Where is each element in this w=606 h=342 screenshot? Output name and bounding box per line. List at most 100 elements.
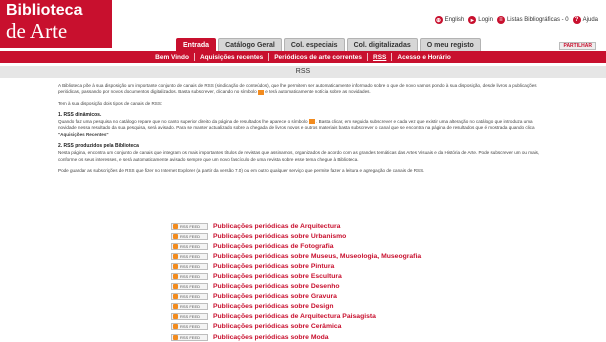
- subnav-aquisicoes-recentes[interactable]: Aquisições recentes: [195, 54, 268, 61]
- rss-feed-badge-label: RSS FEED: [180, 324, 201, 330]
- feed-link[interactable]: Publicações periódicas sobre Design: [213, 303, 334, 310]
- english-link[interactable]: ⊕ English: [434, 16, 465, 24]
- rss-icon: [173, 274, 178, 280]
- tab-col-digitalizadas[interactable]: Col. digitalizadas: [346, 38, 418, 51]
- feed-link[interactable]: Publicações periódicas de Fotografia: [213, 243, 334, 250]
- feed-row: RSS FEED Publicações periódicas sobre Urb…: [171, 231, 421, 241]
- browser-paragraph: Pode guardar as subscrições de RSS que f…: [58, 167, 425, 173]
- rss-feed-button[interactable]: RSS FEED: [171, 323, 208, 331]
- feed-link[interactable]: Publicações periódicas sobre Desenho: [213, 283, 340, 290]
- rss-feed-badge-label: RSS FEED: [180, 334, 201, 340]
- rss-feed-button[interactable]: RSS FEED: [171, 303, 208, 311]
- rss-icon: [173, 233, 178, 239]
- rss-feed-badge-label: RSS FEED: [180, 314, 201, 320]
- rss-feed-button[interactable]: RSS FEED: [171, 313, 208, 321]
- subnav-acesso-horario[interactable]: Acesso e Horário: [392, 54, 455, 61]
- feed-link[interactable]: Publicações periódicas de Arquitectura: [213, 223, 340, 230]
- subnav-divider: [391, 53, 393, 61]
- rss-icon: [257, 89, 264, 95]
- section-library-text: Nesta página, encontra um conjunto de ca…: [58, 150, 540, 162]
- rss-feed-badge-label: RSS FEED: [180, 253, 201, 259]
- rss-feed-badge-label: RSS FEED: [180, 223, 201, 229]
- rss-feed-button[interactable]: RSS FEED: [171, 283, 208, 291]
- rss-icon: [173, 253, 178, 259]
- rss-icon: [173, 223, 178, 229]
- rss-icon: [173, 284, 178, 290]
- help-link[interactable]: ? Ajuda: [572, 16, 598, 24]
- rss-feed-button[interactable]: RSS FEED: [171, 293, 208, 301]
- feed-row: RSS FEED Publicações periódicas sobre Des…: [171, 282, 421, 292]
- rss-feed-button[interactable]: RSS FEED: [171, 252, 208, 260]
- rss-feed-button[interactable]: RSS FEED: [171, 232, 208, 240]
- tab-entrada[interactable]: Entrada: [176, 38, 217, 51]
- subnav-periodicos-correntes[interactable]: Periódicos de arte correntes: [269, 54, 367, 61]
- bibliographic-lists-label: Listas Bibliográficas - 0: [506, 17, 569, 23]
- english-label: English: [444, 17, 465, 23]
- feed-link[interactable]: Publicações periódicas sobre Escultura: [213, 273, 342, 280]
- rss-feed-button[interactable]: RSS FEED: [171, 242, 208, 250]
- subnav-rss[interactable]: RSS: [368, 54, 391, 61]
- rss-feed-button[interactable]: RSS FEED: [171, 333, 208, 341]
- rss-icon: [173, 324, 178, 330]
- feed-row: RSS FEED Publicações periódicas sobre Gra…: [171, 292, 421, 302]
- subnav-divider: [268, 53, 270, 61]
- login-label: Login: [478, 17, 493, 23]
- feed-link[interactable]: Publicações periódicas sobre Museus, Mus…: [213, 253, 421, 260]
- rss-icon: [173, 304, 178, 310]
- feed-link[interactable]: Publicações periódicas de Arquitectura P…: [213, 313, 376, 320]
- section-dynamic-text-a: Quando faz uma pesquisa no catálogo repa…: [58, 119, 308, 125]
- rss-feed-badge-label: RSS FEED: [180, 284, 201, 290]
- feed-link[interactable]: Publicações periódicas sobre Pintura: [213, 263, 334, 270]
- rss-feed-button[interactable]: RSS FEED: [171, 222, 208, 230]
- page-content: A Biblioteca põe à sua disposição um imp…: [58, 83, 546, 179]
- tab-col-especiais[interactable]: Col. especiais: [283, 38, 345, 51]
- subnav-divider: [367, 53, 369, 61]
- feed-link[interactable]: Publicações periódicas sobre Urbanismo: [213, 233, 346, 240]
- feed-row: RSS FEED Publicações periódicas de Fotogr…: [171, 241, 421, 251]
- feed-link[interactable]: Publicações periódicas sobre Cerâmica: [213, 323, 341, 330]
- rss-feed-button[interactable]: RSS FEED: [171, 262, 208, 270]
- recent-acquisitions-reference: "Aquisições Recentes": [58, 131, 109, 137]
- section-dynamic-text: Quando faz uma pesquisa no catálogo repa…: [58, 119, 546, 138]
- page-title: RSS: [0, 66, 606, 78]
- logo-title-line2: de Arte: [6, 19, 68, 43]
- feed-row: RSS FEED Publicações periódicas de Arquit…: [171, 312, 421, 322]
- rss-feed-badge-label: RSS FEED: [180, 294, 201, 300]
- rss-feed-badge-label: RSS FEED: [180, 263, 201, 269]
- rss-icon: [308, 119, 315, 125]
- section-library-title: 2. RSS produzidos pela Biblioteca: [58, 143, 139, 150]
- subnav-bem-vindo[interactable]: Bem Vindo: [150, 54, 194, 61]
- feed-link[interactable]: Publicações periódicas sobre Gravura: [213, 293, 337, 300]
- rss-icon: [173, 263, 178, 269]
- login-link[interactable]: ▸ Login: [468, 16, 493, 24]
- rss-feed-button[interactable]: RSS FEED: [171, 273, 208, 281]
- rss-feed-badge-label: RSS FEED: [180, 304, 201, 310]
- rss-feed-list: RSS FEED Publicações periódicas de Arquit…: [171, 221, 421, 342]
- rss-icon: [173, 314, 178, 320]
- tab-catalogo-geral[interactable]: Catálogo Geral: [218, 38, 282, 51]
- logo-title-line1: Biblioteca: [6, 2, 83, 19]
- sub-navigation: Bem Vindo Aquisições recentes Periódicos…: [0, 51, 606, 63]
- intro-text-b: e terá automaticamente notícia sobre as …: [265, 89, 371, 95]
- site-logo[interactable]: Biblioteca de Arte: [0, 0, 112, 48]
- rss-icon: [173, 334, 178, 340]
- feed-row: RSS FEED Publicações periódicas sobre Mus…: [171, 251, 421, 261]
- help-icon: ?: [572, 16, 581, 24]
- feed-row: RSS FEED Publicações periódicas sobre Esc…: [171, 271, 421, 281]
- bibliographic-lists-link[interactable]: ≡ Listas Bibliográficas - 0: [496, 16, 569, 24]
- rss-icon: [173, 243, 178, 249]
- types-paragraph: Tem à sua disposição dois tipos de canai…: [58, 100, 163, 106]
- list-icon: ≡: [496, 16, 505, 24]
- share-button[interactable]: PARTILHAR: [559, 42, 596, 50]
- top-links: ⊕ English ▸ Login ≡ Listas Bibliográfica…: [431, 16, 598, 24]
- tab-o-meu-registo[interactable]: O meu registo: [419, 38, 481, 51]
- rss-icon: [173, 294, 178, 300]
- share-widget[interactable]: PARTILHAR: [559, 42, 596, 50]
- rss-feed-badge-label: RSS FEED: [180, 233, 201, 239]
- feed-link[interactable]: Publicações periódicas sobre Moda: [213, 334, 329, 341]
- feed-row: RSS FEED Publicações periódicas de Arquit…: [171, 221, 421, 231]
- feed-row: RSS FEED Publicações periódicas sobre Des…: [171, 302, 421, 312]
- feed-row: RSS FEED Publicações periódicas sobre Pin…: [171, 261, 421, 271]
- intro-paragraph: A Biblioteca põe à sua disposição um imp…: [58, 83, 546, 96]
- subnav-divider: [193, 53, 195, 61]
